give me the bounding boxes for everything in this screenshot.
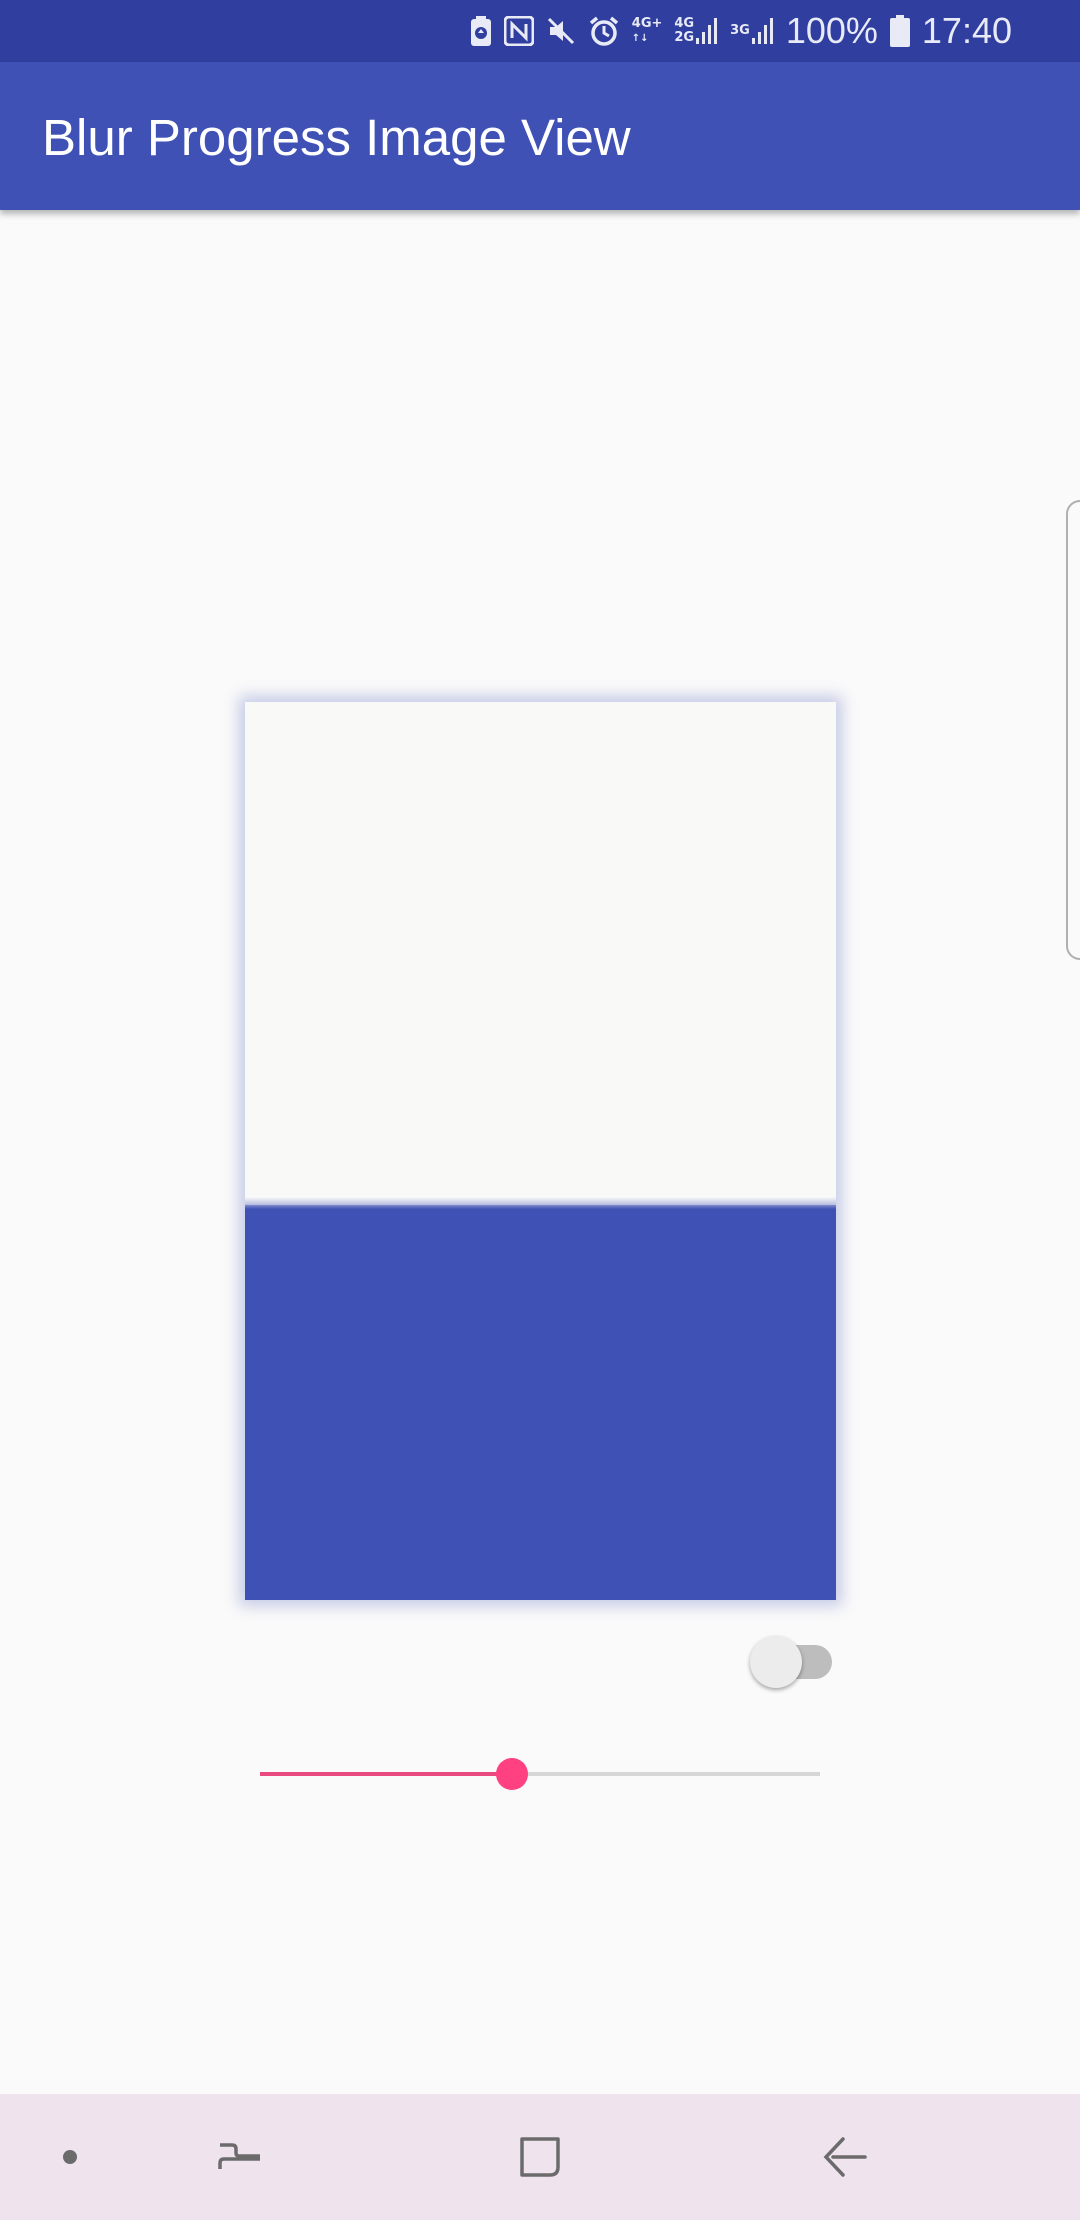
page-title: Blur Progress Image View — [42, 109, 631, 166]
slider-fill — [260, 1772, 512, 1776]
blur-progress-image — [245, 702, 836, 1600]
battery-icon — [889, 0, 910, 62]
recent-apps-button[interactable] — [190, 2094, 290, 2220]
back-icon — [823, 2135, 867, 2179]
network-4g-label: 4G — [674, 16, 695, 31]
blur-image-empty-part — [245, 702, 836, 1205]
signal-4g-plus-icon: 4G+ ↑↓ — [631, 15, 663, 44]
slider-thumb[interactable] — [496, 1758, 528, 1790]
home-button[interactable] — [490, 2094, 590, 2220]
navigation-bar — [0, 2094, 1080, 2220]
signal-3g-icon: 3G — [730, 0, 774, 62]
nav-dot-button[interactable] — [40, 2094, 100, 2220]
home-icon — [518, 2135, 562, 2179]
toggle-thumb[interactable] — [750, 1636, 802, 1688]
status-icons: 4G+ ↑↓ 4G 2G 3G 100% 17:40 — [470, 0, 1012, 62]
blur-image-edge — [245, 1197, 836, 1219]
back-button[interactable] — [795, 2094, 895, 2220]
dot-icon — [62, 2149, 78, 2165]
signal-4g-2g-icon: 4G 2G — [674, 0, 718, 62]
mute-icon — [546, 0, 576, 62]
status-time: 17:40 — [921, 10, 1012, 51]
network-4g-plus-label: 4G+ — [631, 15, 663, 31]
status-bar: 4G+ ↑↓ 4G 2G 3G 100% 17:40 — [0, 0, 1080, 62]
battery-saver-icon — [470, 0, 492, 62]
nfc-icon — [503, 0, 534, 62]
network-2g-label: 2G — [674, 30, 695, 45]
blur-toggle-switch[interactable] — [750, 1636, 836, 1688]
recent-apps-icon — [218, 2135, 262, 2179]
alarm-icon — [588, 0, 620, 62]
battery-percent: 100% — [785, 10, 878, 51]
progress-slider[interactable] — [260, 1754, 820, 1794]
app-bar: Blur Progress Image View — [0, 62, 1080, 210]
network-3g-label: 3G — [730, 23, 750, 38]
edge-panel-handle[interactable] — [1066, 500, 1080, 960]
